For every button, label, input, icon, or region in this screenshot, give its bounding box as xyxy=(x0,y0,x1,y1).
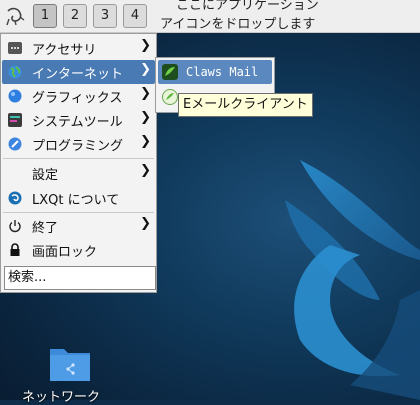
lxqt-menu-icon xyxy=(6,7,25,26)
network-folder-icon xyxy=(50,349,90,381)
chevron-right-icon: ❯ xyxy=(140,216,151,231)
mail-client-icon xyxy=(162,89,178,105)
menu-item-label: インターネット xyxy=(32,67,124,82)
quicklaunch-drop-hint: ここにアプリケーション アイコンをドロップします xyxy=(160,0,420,34)
quicklaunch-hint-line2: アイコンをドロップします xyxy=(160,17,316,32)
system-tools-icon xyxy=(8,113,22,127)
accessories-icon xyxy=(8,42,22,54)
menu-item-label: LXQt について xyxy=(32,193,120,208)
tooltip: Eメールクライアント xyxy=(178,93,313,117)
quicklaunch-hint-line1: ここにアプリケーション xyxy=(176,0,319,13)
programming-icon xyxy=(8,137,22,151)
desktop-icon-label: ネットワーク xyxy=(22,390,101,405)
lock-icon xyxy=(10,243,20,256)
submenu-item-claws-mail[interactable]: Claws Mail xyxy=(158,60,272,84)
application-menu: アクセサリ ❯ インターネット ❯ グラフィックス ❯ システムツール ❯ プロ… xyxy=(0,33,157,293)
menu-item-graphics[interactable]: グラフィックス ❯ xyxy=(2,84,155,108)
menu-item-label: システムツール xyxy=(32,115,123,130)
menu-item-label: プログラミング xyxy=(32,139,124,154)
claws-mail-icon xyxy=(162,64,178,80)
menu-separator xyxy=(3,158,154,159)
menu-item-programming[interactable]: プログラミング ❯ xyxy=(2,132,155,156)
menu-item-system-tools[interactable]: システムツール ❯ xyxy=(2,108,155,132)
top-panel: 1 2 3 4 ここにアプリケーション アイコンをドロップします xyxy=(0,0,420,33)
graphics-icon xyxy=(8,89,22,103)
power-icon xyxy=(9,220,21,233)
menu-item-label: グラフィックス xyxy=(32,91,123,106)
menu-item-internet[interactable]: インターネット ❯ xyxy=(2,60,155,84)
submenu-item-label: Claws Mail xyxy=(186,65,259,79)
lxqt-logo-icon xyxy=(8,191,22,205)
menu-item-accessories[interactable]: アクセサリ ❯ xyxy=(2,36,155,60)
chevron-right-icon: ❯ xyxy=(140,110,151,125)
menu-item-lock-screen[interactable]: 画面ロック xyxy=(2,238,155,262)
menu-item-label: アクセサリ xyxy=(32,43,97,58)
menu-separator xyxy=(3,212,154,213)
menu-item-label: 設定 xyxy=(32,168,59,183)
desktop-switch-2[interactable]: 2 xyxy=(63,4,87,28)
desktop-icon-network[interactable]: ネットワーク xyxy=(10,340,130,405)
menu-item-label: 終了 xyxy=(32,221,59,236)
chevron-right-icon: ❯ xyxy=(140,38,151,53)
chevron-right-icon: ❯ xyxy=(140,62,151,77)
chevron-right-icon: ❯ xyxy=(140,86,151,101)
application-menu-button[interactable] xyxy=(2,3,28,29)
menu-item-shutdown[interactable]: 終了 ❯ xyxy=(2,214,155,238)
internet-globe-icon xyxy=(8,65,22,79)
menu-search-input[interactable]: 検索... xyxy=(4,266,156,290)
chevron-right-icon: ❯ xyxy=(140,134,151,149)
desktop-switch-3[interactable]: 3 xyxy=(93,4,117,28)
desktop-switch-4[interactable]: 4 xyxy=(123,4,147,28)
menu-item-settings[interactable]: 設定 ❯ xyxy=(2,161,155,185)
desktop-switch-1[interactable]: 1 xyxy=(33,4,57,28)
menu-item-about-lxqt[interactable]: LXQt について xyxy=(2,186,155,210)
chevron-right-icon: ❯ xyxy=(140,163,151,178)
menu-item-label: 画面ロック xyxy=(32,245,98,260)
